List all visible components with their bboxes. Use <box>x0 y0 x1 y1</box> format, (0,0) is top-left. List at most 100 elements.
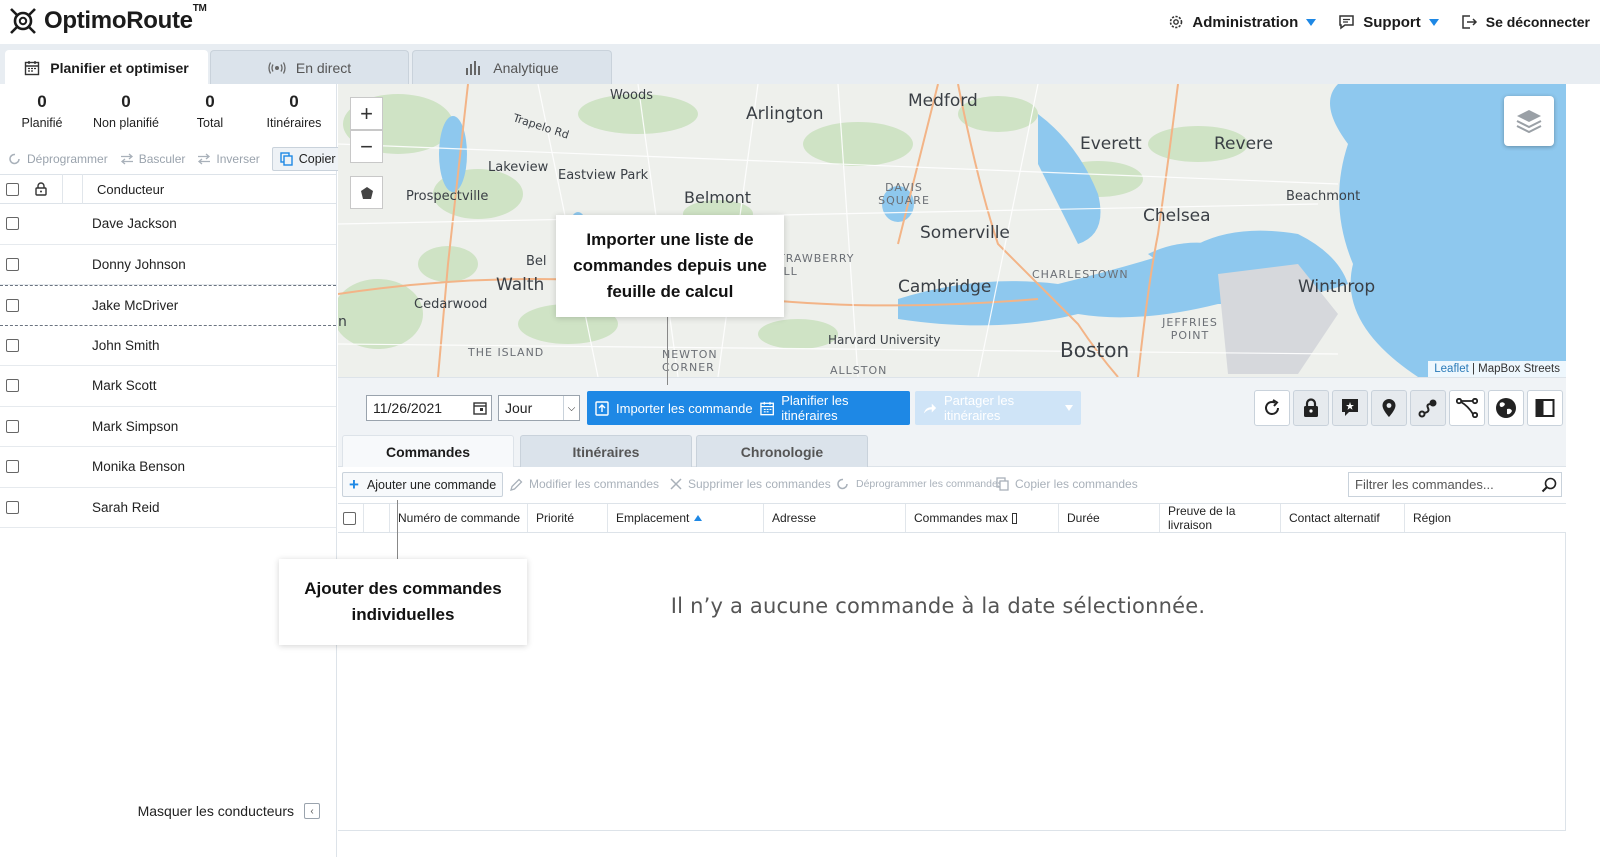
column-proof-of-delivery[interactable]: Preuve de la livraison <box>1160 504 1281 532</box>
lock-icon <box>1304 398 1318 417</box>
add-callout: Ajouter des commandes individuelles <box>279 559 527 645</box>
orders-table-header: Numéro de commande Priorité Emplacement … <box>338 503 1566 533</box>
sort-asc-icon <box>694 515 703 521</box>
driver-checkbox[interactable] <box>6 217 19 231</box>
stat-total: 0 Total <box>168 92 252 144</box>
logo[interactable]: OptimoRouteTM <box>8 3 207 36</box>
tab-routes[interactable]: Itinéraires <box>520 435 692 467</box>
show-locations-button[interactable] <box>1371 390 1407 426</box>
column-priority[interactable]: Priorité <box>528 504 608 532</box>
tab-analytics[interactable]: Analytique <box>412 50 612 84</box>
add-order-button[interactable]: + Ajouter une commande <box>342 472 504 497</box>
filter-orders-input[interactable]: Filtrer les commandes... <box>1348 472 1562 497</box>
tab-live[interactable]: En direct <box>210 50 409 84</box>
date-picker[interactable]: 11/26/2021 <box>366 395 492 421</box>
zoom-out-button[interactable]: − <box>350 130 383 163</box>
leaflet-link[interactable]: Leaflet <box>1434 363 1469 375</box>
draw-polygon-button[interactable] <box>350 176 383 209</box>
lock-routes-button[interactable] <box>1293 390 1329 426</box>
driver-checkbox[interactable] <box>6 298 19 312</box>
copy-orders-button[interactable]: Copier les commandes <box>996 477 1138 491</box>
driver-row[interactable]: Donny Johnson <box>0 245 336 285</box>
driver-name: Mark Simpson <box>92 418 179 434</box>
toggle-panel-button[interactable] <box>1527 390 1563 426</box>
driver-row[interactable]: Sarah Reid <box>0 488 336 528</box>
column-location-label: Emplacement <box>616 511 690 525</box>
column-address[interactable]: Adresse <box>764 504 906 532</box>
unschedule-orders-button[interactable]: Déprogrammer les commandes <box>836 477 1003 491</box>
tab-timeline[interactable]: Chronologie <box>696 435 868 467</box>
calendar-icon <box>25 60 40 75</box>
delete-orders-button[interactable]: Supprimer les commandes <box>670 477 831 491</box>
stats-row: 0 Planifié 0 Non planifié 0 Total 0 Itinérai… <box>0 84 336 144</box>
map-label: Lakeview <box>488 160 549 175</box>
column-max-orders[interactable]: Commandes max <box>906 504 1059 532</box>
view-select[interactable]: Jour ⌵ <box>498 395 580 421</box>
switch-drivers-button[interactable]: Basculer <box>120 152 185 166</box>
tab-plan-optimize[interactable]: Planifier et optimiser <box>5 50 208 84</box>
zoom-in-button[interactable]: + <box>350 97 383 130</box>
map-view[interactable]: Woods Arlington Medford Everett Revere T… <box>338 84 1566 377</box>
map-layers-button[interactable] <box>1504 96 1554 146</box>
driver-checkbox[interactable] <box>6 460 19 474</box>
add-order-label: Ajouter une commande <box>366 477 497 492</box>
driver-row[interactable]: Dave Jackson <box>0 204 336 245</box>
driver-checkbox[interactable] <box>6 379 19 393</box>
column-region[interactable]: Région <box>1405 504 1566 532</box>
map-label: Harvard University <box>828 333 941 347</box>
notes-button[interactable] <box>1332 390 1368 426</box>
chevron-left-icon[interactable]: ‹ <box>304 803 320 819</box>
driver-row[interactable]: Mark Scott <box>0 366 336 407</box>
map-label: NEWTON CORNER <box>662 348 718 374</box>
show-routes-button[interactable] <box>1410 390 1446 426</box>
refresh-button[interactable] <box>1254 390 1290 426</box>
edit-orders-label: Modifier les commandes <box>529 477 660 491</box>
select-all-drivers-checkbox[interactable] <box>6 182 19 196</box>
copy-drivers-button[interactable]: Copier <box>271 147 344 171</box>
hide-drivers-toggle[interactable]: Masquer les conducteurs ‹ <box>138 803 320 819</box>
stat-unplanned-label: Non planifié <box>92 116 159 130</box>
map-attribution: Leaflet | MapBox Streets <box>1428 361 1566 377</box>
support-menu[interactable]: Support <box>1338 14 1439 31</box>
map-label: DAVIS SQUARE <box>878 181 930 207</box>
column-location[interactable]: Emplacement <box>608 504 764 532</box>
edit-orders-button[interactable]: Modifier les commandes <box>510 477 659 491</box>
driver-row[interactable]: Mark Simpson <box>0 407 336 447</box>
column-duration[interactable]: Durée <box>1059 504 1160 532</box>
stat-routes-value: 0 <box>289 92 299 111</box>
reverse-drivers-button[interactable]: Inverser <box>197 152 260 166</box>
calendar-icon[interactable] <box>473 401 487 415</box>
select-all-orders-checkbox[interactable] <box>343 511 356 525</box>
driver-name: Donny Johnson <box>92 256 186 272</box>
gear-icon <box>1170 15 1183 29</box>
driver-checkbox[interactable] <box>6 419 19 433</box>
tab-orders[interactable]: Commandes <box>342 435 514 467</box>
driver-checkbox[interactable] <box>6 338 19 352</box>
driver-checkbox[interactable] <box>6 500 19 514</box>
plan-routes-button[interactable]: Planifier les itinéraires <box>752 391 910 425</box>
driver-row[interactable]: Monika Benson <box>0 447 336 488</box>
column-order-number[interactable]: Numéro de commande <box>390 504 528 532</box>
map-label: Somerville <box>920 223 1010 243</box>
column-alt-contact[interactable]: Contact alternatif <box>1281 504 1405 532</box>
driver-name: Sarah Reid <box>92 499 160 515</box>
route-lines-icon <box>1456 398 1478 418</box>
map-label: Beachmont <box>1286 189 1361 204</box>
driver-row[interactable]: Jake McDriver <box>0 285 336 326</box>
unschedule-drivers-button[interactable]: Déprogrammer <box>8 152 108 166</box>
swap-icon <box>120 153 133 165</box>
route-lines-button[interactable] <box>1449 390 1485 426</box>
driver-name: Monika Benson <box>92 459 186 475</box>
logout-link[interactable]: Se déconnecter <box>1461 14 1590 30</box>
share-routes-button[interactable]: Partager les itinéraires <box>915 391 1081 425</box>
import-orders-button[interactable]: Importer les commandes <box>587 391 768 425</box>
map-label: Bel <box>526 254 547 269</box>
administration-menu[interactable]: Administration <box>1168 14 1317 31</box>
driver-row[interactable]: John Smith <box>0 326 336 366</box>
polygon-icon <box>360 186 373 199</box>
info-icon <box>1012 512 1018 524</box>
caret-down-icon <box>1306 18 1317 26</box>
globe-button[interactable] <box>1488 390 1524 426</box>
driver-checkbox[interactable] <box>6 257 19 271</box>
unschedule-label: Déprogrammer <box>27 152 108 166</box>
